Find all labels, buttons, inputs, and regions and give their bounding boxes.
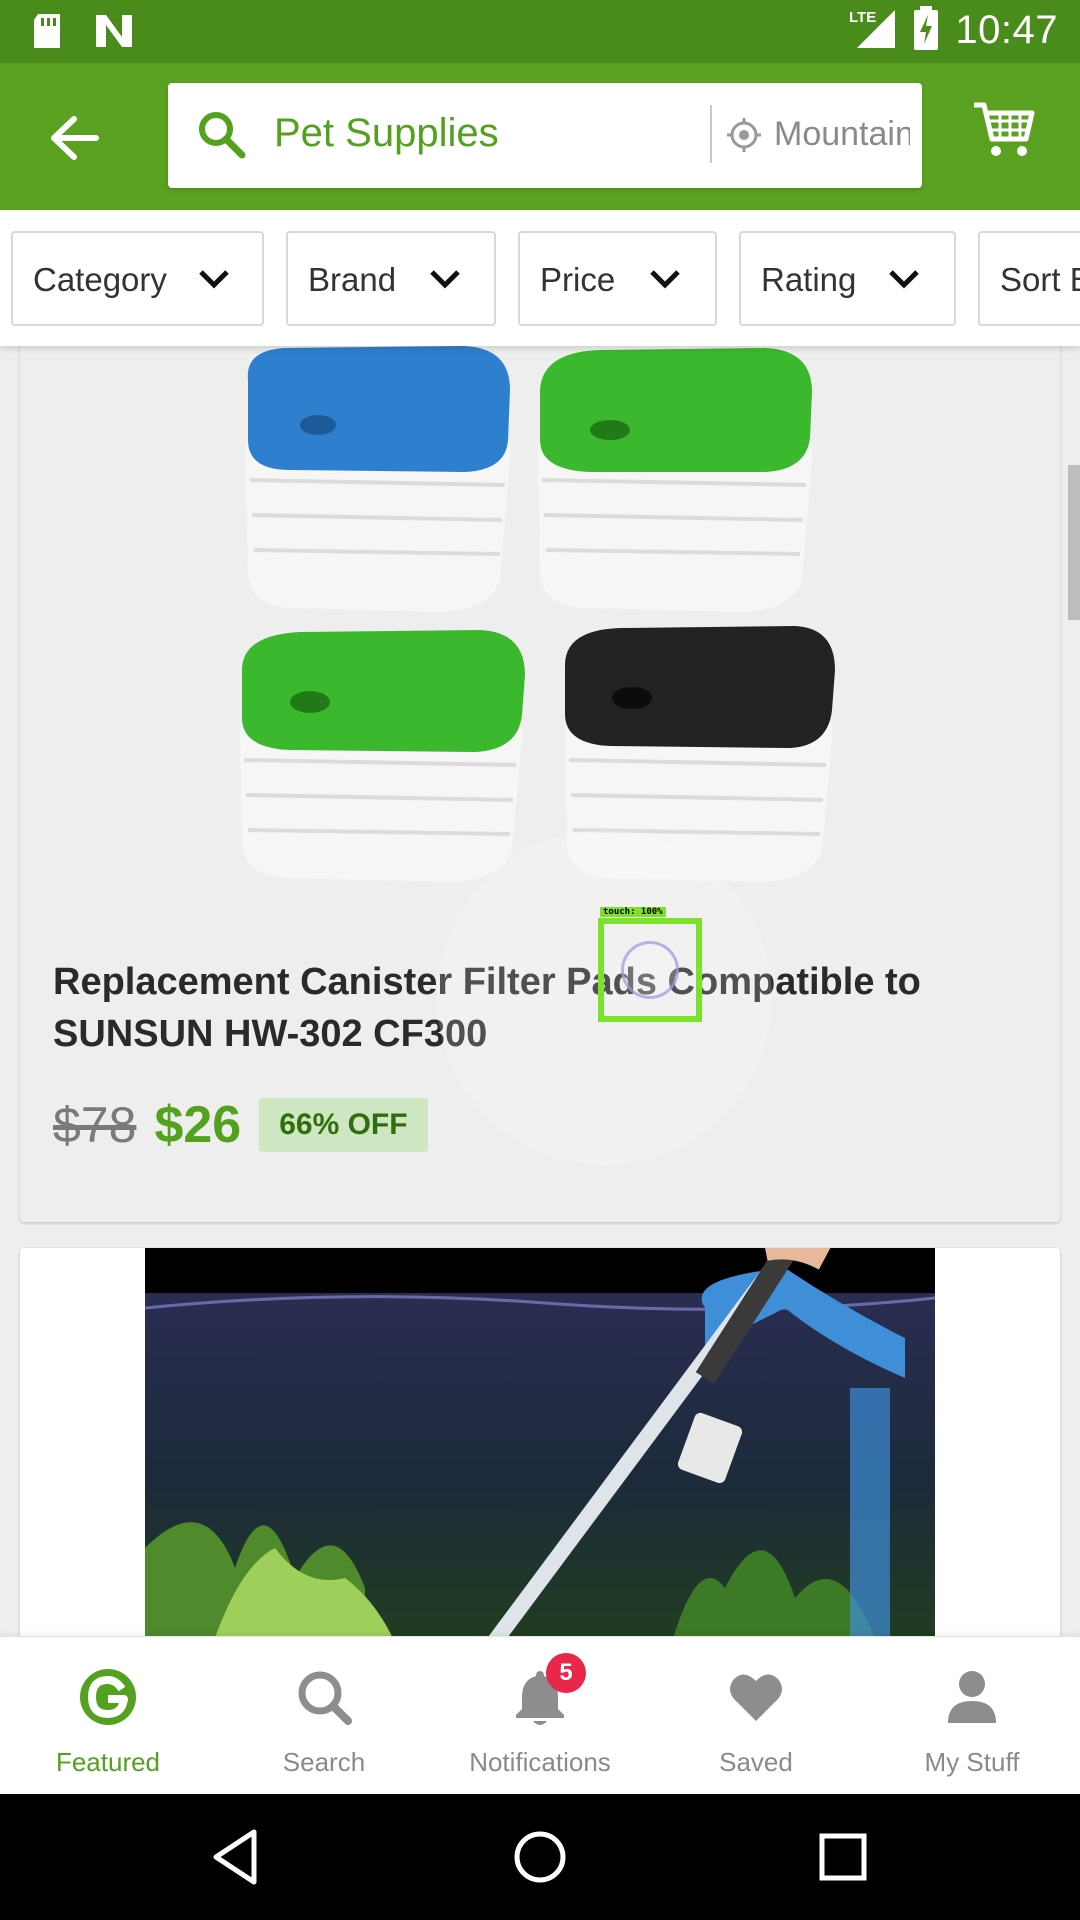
filter-label: Sort By: [1000, 261, 1080, 298]
nav-label: Featured: [55, 1747, 161, 1777]
nav-label: Notifications: [469, 1747, 611, 1777]
chevron-down-icon: [650, 270, 680, 289]
nav-notifications[interactable]: Notifications: [432, 1637, 648, 1795]
original-price: $78: [53, 1097, 137, 1153]
app-bar: Pet Supplies Mountain View: [0, 63, 1080, 210]
bottom-nav: Featured Search Notifications 5 Saved My…: [0, 1636, 1080, 1794]
chevron-down-icon: [889, 270, 919, 289]
status-time: 10:47: [955, 8, 1058, 52]
product-image: [20, 330, 1060, 910]
location-icon: [727, 118, 761, 152]
nav-label: My Stuff: [924, 1747, 1020, 1777]
sale-price: $26: [154, 1096, 242, 1154]
filter-label: Category: [33, 261, 167, 298]
price-row: $78 $26 66% OFF: [53, 1095, 428, 1155]
discount-badge: 66% OFF: [259, 1098, 428, 1152]
cart-button[interactable]: [972, 101, 1042, 171]
screen: LTE 10:47 Pet Supplies Mountain View Cat…: [0, 0, 1080, 1920]
person-icon: [948, 1671, 996, 1723]
notification-n-icon: [94, 13, 134, 54]
filter-sort-by[interactable]: Sort By: [978, 231, 1080, 326]
notification-badge: 5: [546, 1653, 586, 1693]
back-button[interactable]: [40, 108, 110, 168]
chevron-down-icon: [430, 270, 460, 289]
nav-label: Saved: [719, 1747, 793, 1777]
search-icon: [298, 1671, 352, 1725]
touch-label: touch: 100%: [600, 907, 666, 917]
nav-saved[interactable]: Saved: [648, 1637, 864, 1795]
heart-icon: [730, 1674, 782, 1721]
filter-label: Brand: [308, 261, 397, 298]
home-circle-icon[interactable]: [507, 1824, 573, 1890]
filter-brand[interactable]: Brand: [286, 231, 496, 326]
filter-rating[interactable]: Rating: [739, 231, 956, 326]
chevron-down-icon: [199, 270, 229, 289]
nav-my-stuff[interactable]: My Stuff: [864, 1637, 1080, 1795]
system-nav-bar: [0, 1794, 1080, 1920]
product-card[interactable]: [20, 1248, 1060, 1668]
back-arrow-icon: [51, 116, 99, 160]
cart-icon: [974, 102, 1035, 156]
groupon-g-icon: [80, 1669, 136, 1725]
scrollbar[interactable]: [1068, 465, 1080, 620]
search-divider: [710, 105, 712, 163]
search-query[interactable]: Pet Supplies: [274, 111, 499, 156]
product-image: [145, 1248, 935, 1668]
recents-square-icon[interactable]: [810, 1824, 876, 1890]
svg-text:LTE: LTE: [849, 9, 876, 26]
nav-featured[interactable]: Featured: [0, 1637, 216, 1795]
battery-charging-icon: [913, 6, 939, 55]
filter-label: Price: [540, 261, 616, 298]
filter-bar: Category Brand Price Rating Sort By: [0, 210, 1080, 346]
search-icon: [199, 112, 246, 159]
search-box[interactable]: Pet Supplies Mountain View: [168, 83, 922, 188]
status-bar: LTE 10:47: [0, 0, 1080, 63]
lte-signal-icon: LTE: [847, 6, 897, 55]
nav-label: Search: [282, 1747, 366, 1777]
nav-search[interactable]: Search: [216, 1637, 432, 1795]
filter-category[interactable]: Category: [11, 231, 264, 326]
location-field[interactable]: Mountain View: [774, 115, 910, 154]
filter-label: Rating: [761, 261, 857, 298]
touch-point: [621, 941, 679, 999]
filter-price[interactable]: Price: [518, 231, 717, 326]
back-triangle-icon[interactable]: [204, 1824, 270, 1890]
sd-card-icon: [30, 12, 64, 55]
